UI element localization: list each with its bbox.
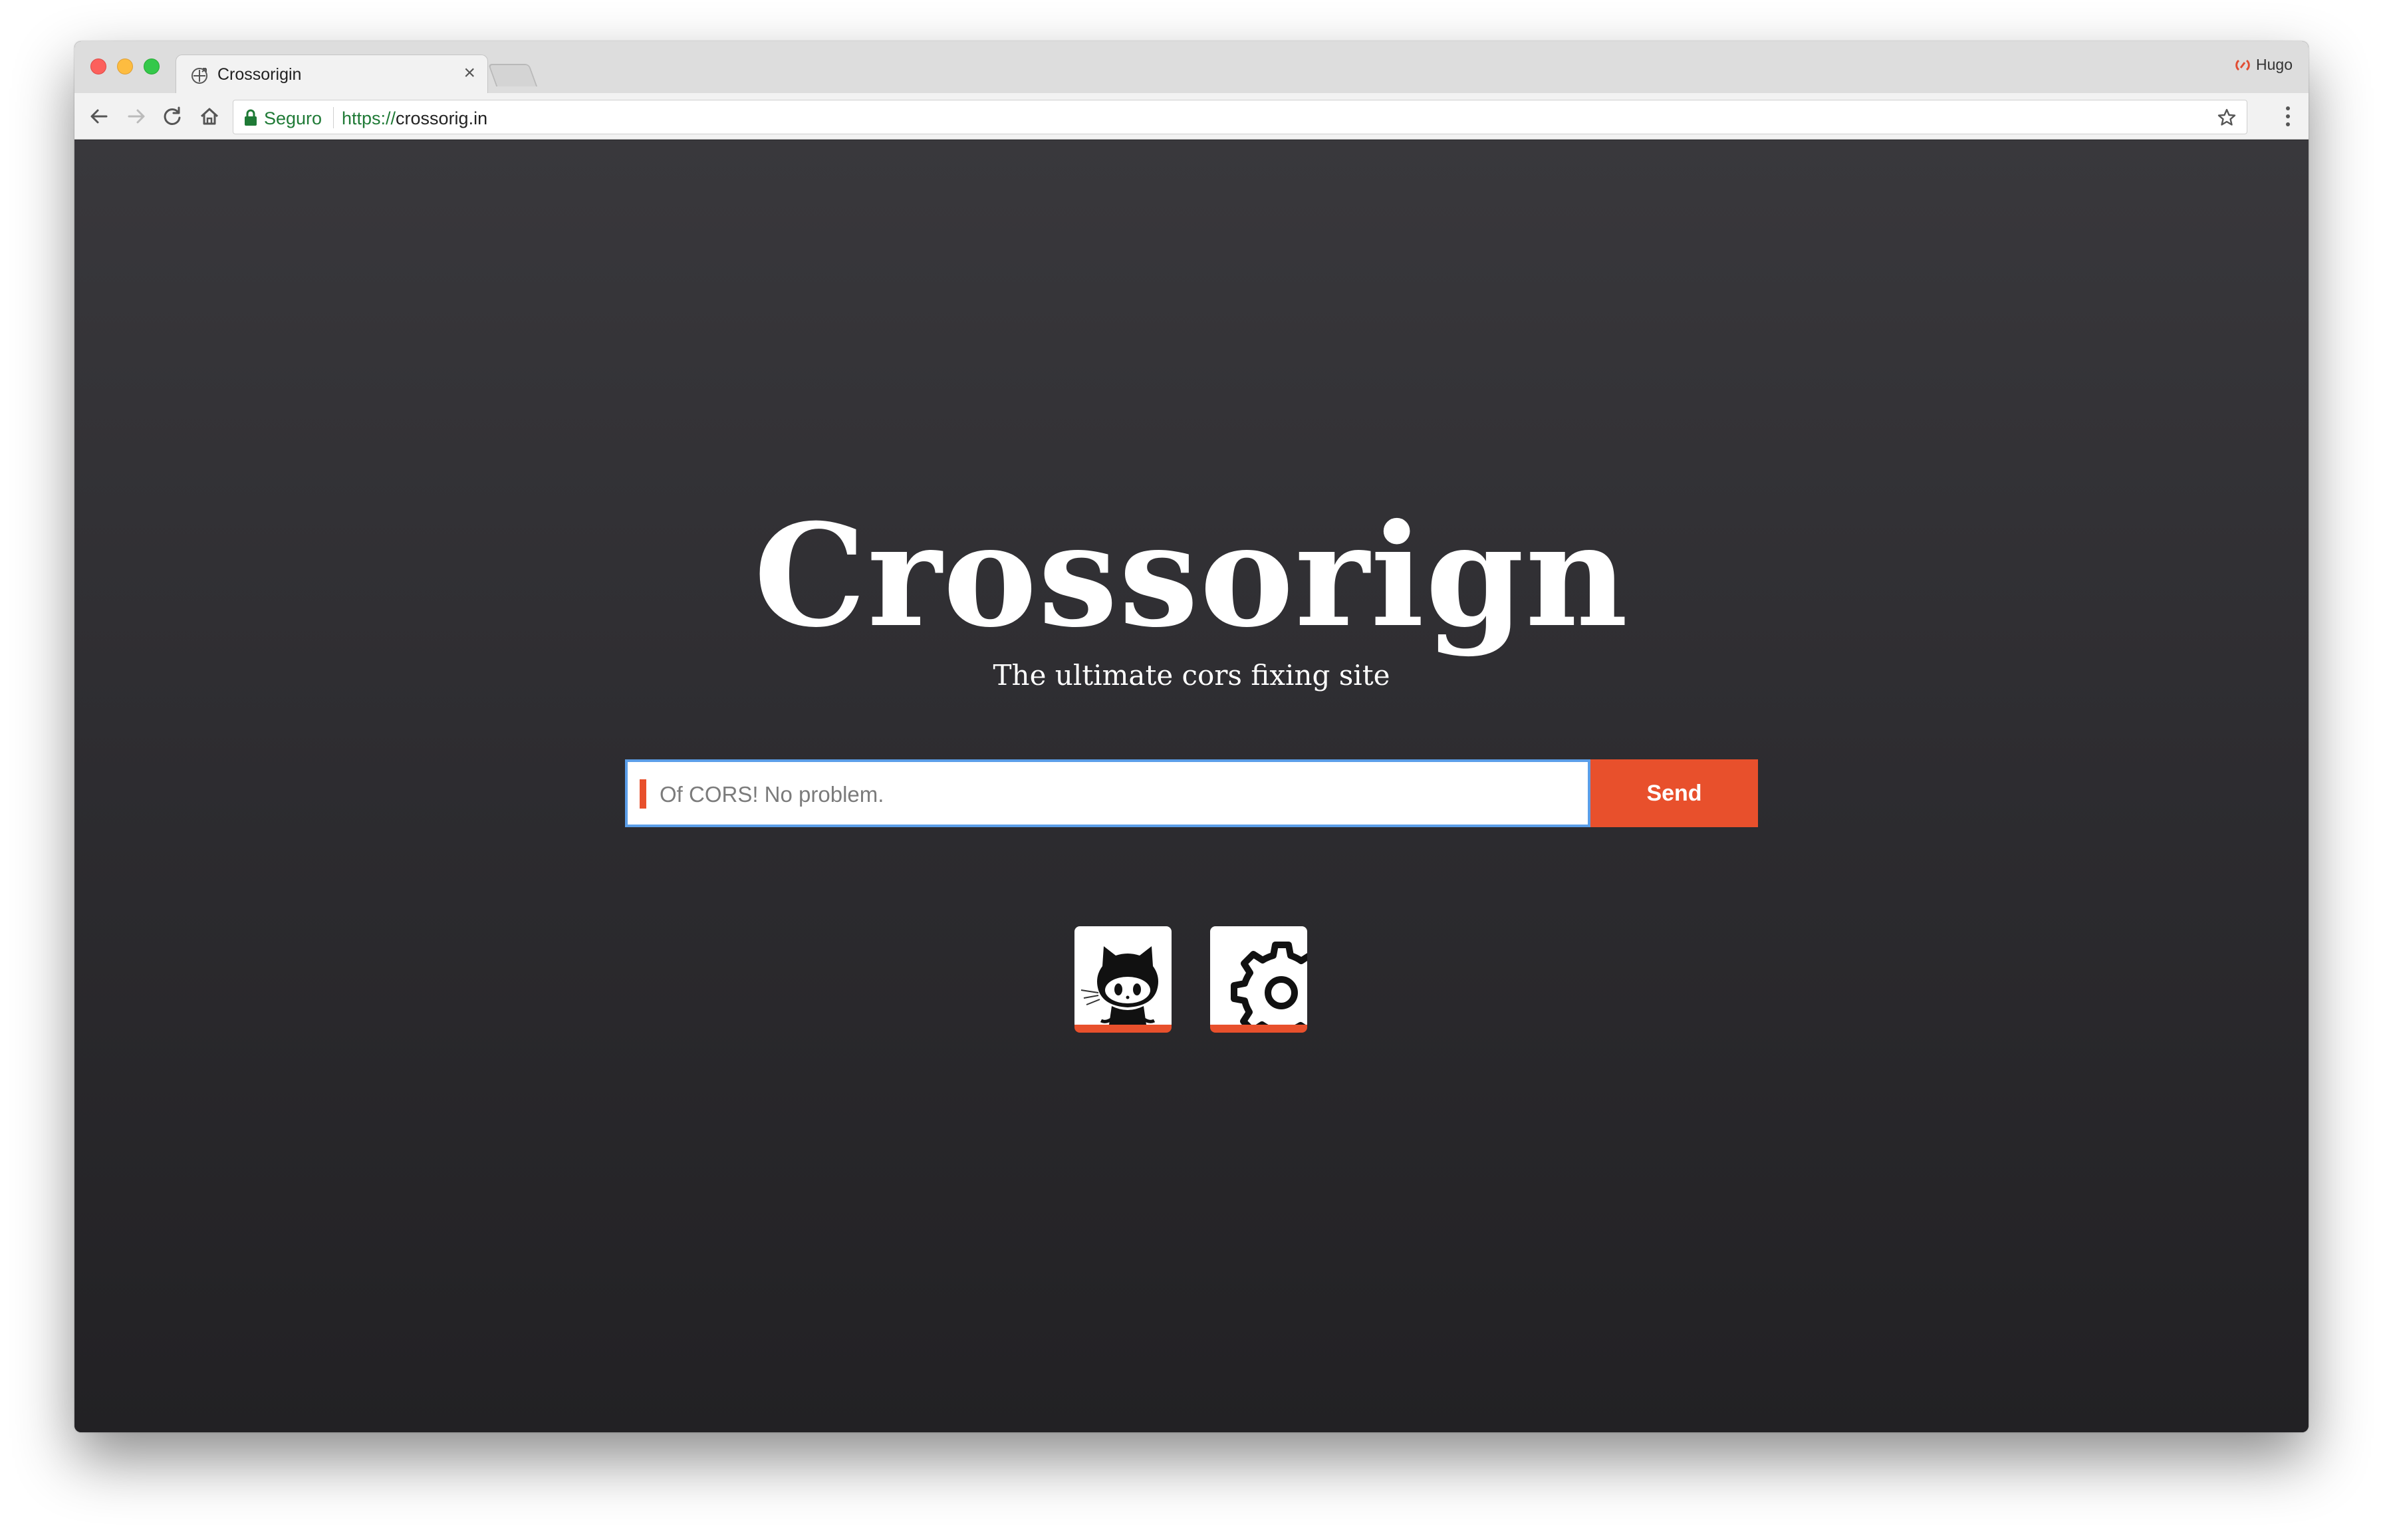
window-maximize-button[interactable] xyxy=(144,59,160,74)
tab-crossorigin[interactable]: Crossorigin × xyxy=(176,55,488,93)
input-accent-bar xyxy=(640,779,646,809)
page-title: Crossorign xyxy=(753,493,1630,658)
crossorigin-favicon-icon xyxy=(191,68,207,84)
omnibox-divider xyxy=(333,107,334,128)
new-tab-button[interactable] xyxy=(487,64,538,86)
security-label: Seguro xyxy=(264,108,322,128)
profile-name: Hugo xyxy=(2256,56,2293,73)
home-icon[interactable] xyxy=(197,104,222,129)
profile-button[interactable]: Hugo xyxy=(2235,56,2293,74)
tab-close-icon[interactable]: × xyxy=(463,62,475,84)
github-octocat-icon xyxy=(1080,946,1158,1025)
search-placeholder: Of CORS! No problem. xyxy=(660,782,884,807)
window-close-button[interactable] xyxy=(90,59,106,74)
browser-toolbar: Seguro https://crossorig.in xyxy=(74,93,2309,140)
tab-strip: Crossorigin × Hugo xyxy=(74,41,2309,93)
forward-arrow-icon[interactable] xyxy=(124,104,149,129)
page-content: Crossorign The ultimate cors fixing site… xyxy=(74,140,2309,1432)
reload-icon[interactable] xyxy=(160,104,185,129)
address-bar[interactable]: Seguro https://crossorig.in xyxy=(233,100,2247,134)
search-form: Of CORS! No problem. Send xyxy=(625,759,1758,827)
more-menu-icon[interactable] xyxy=(2283,104,2293,129)
settings-gear-icon xyxy=(1231,942,1307,1025)
window-minimize-button[interactable] xyxy=(117,59,133,74)
search-input[interactable]: Of CORS! No problem. xyxy=(625,759,1590,827)
url-scheme: https:// xyxy=(342,108,396,128)
profile-sync-icon xyxy=(2235,59,2250,70)
browser-window: Crossorigin × Hugo Seguro https://crosso… xyxy=(74,41,2309,1432)
url-text: https://crossorig.in xyxy=(342,108,487,129)
bookmark-star-icon[interactable] xyxy=(2216,107,2237,128)
back-arrow-icon[interactable] xyxy=(86,104,112,129)
tab-title: Crossorigin xyxy=(217,65,302,84)
lock-icon xyxy=(245,109,257,126)
page-subtitle: The ultimate cors fixing site xyxy=(993,659,1390,692)
settings-link[interactable] xyxy=(1210,926,1307,1033)
send-button[interactable]: Send xyxy=(1590,759,1758,827)
url-host: crossorig.in xyxy=(396,108,488,128)
github-link[interactable] xyxy=(1074,926,1172,1033)
